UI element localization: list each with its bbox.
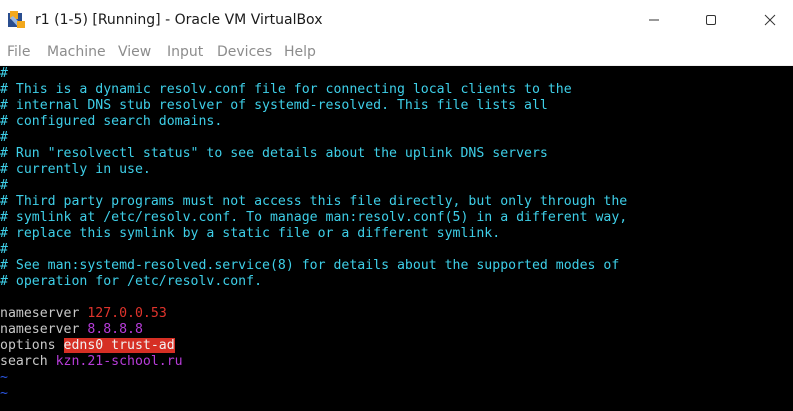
menu-view[interactable]: View	[118, 40, 151, 65]
comment-line: # currently in use.	[0, 162, 151, 177]
menubar: File Machine View Input Devices Help	[0, 40, 793, 66]
close-button[interactable]	[747, 0, 793, 40]
vm-screen-editor[interactable]: # # This is a dynamic resolv.conf file f…	[0, 66, 793, 411]
options-line: options edns0 trust-ad	[0, 338, 175, 354]
options-value-highlighted: edns0 trust-ad	[63, 338, 175, 353]
config-key: nameserver	[0, 306, 80, 321]
comment-line: # symlink at /etc/resolv.conf. To manage…	[0, 210, 628, 225]
menu-file[interactable]: File	[7, 40, 30, 65]
search-domain-value: kzn.21-school.ru	[55, 354, 183, 369]
config-key: options	[0, 338, 56, 353]
menu-machine[interactable]: Machine	[47, 40, 106, 65]
comment-line: #	[0, 242, 8, 257]
config-key: search	[0, 354, 48, 369]
comment-line: #	[0, 66, 8, 81]
comment-line: # See man:systemd-resolved.service(8) fo…	[0, 258, 620, 273]
menu-help[interactable]: Help	[284, 40, 316, 65]
comment-line: # Third party programs must not access t…	[0, 194, 628, 209]
config-key: nameserver	[0, 322, 80, 337]
search-line: search kzn.21-school.ru	[0, 354, 183, 370]
nameserver-ip-value: 8.8.8.8	[87, 322, 143, 337]
minimize-button[interactable]	[631, 0, 677, 40]
comment-line: # This is a dynamic resolv.conf file for…	[0, 82, 572, 97]
nameserver-line-1: nameserver 127.0.0.53	[0, 306, 167, 322]
comment-line: # Run "resolvectl status" to see details…	[0, 146, 548, 161]
comment-line: # replace this symlink by a static file …	[0, 226, 501, 241]
minimize-icon	[649, 19, 659, 21]
empty-line-tilde: ~	[0, 370, 8, 385]
close-icon	[764, 14, 776, 26]
comment-line: #	[0, 178, 8, 193]
nameserver-ip-value: 127.0.0.53	[87, 306, 167, 321]
comment-line: #	[0, 130, 8, 145]
window-titlebar: r1 (1-5) [Running] - Oracle VM VirtualBo…	[0, 0, 793, 40]
comment-line: # internal DNS stub resolver of systemd-…	[0, 98, 548, 113]
window-title: r1 (1-5) [Running] - Oracle VM VirtualBo…	[35, 12, 323, 28]
comment-line: # configured search domains.	[0, 114, 223, 129]
menu-input[interactable]: Input	[167, 40, 203, 65]
nameserver-line-2: nameserver 8.8.8.8	[0, 322, 143, 338]
menu-devices[interactable]: Devices	[217, 40, 272, 65]
comment-line: # operation for /etc/resolv.conf.	[0, 274, 263, 289]
maximize-icon	[706, 15, 716, 25]
empty-line-tilde: ~	[0, 386, 8, 401]
virtualbox-icon	[8, 11, 25, 28]
maximize-button[interactable]	[688, 0, 734, 40]
